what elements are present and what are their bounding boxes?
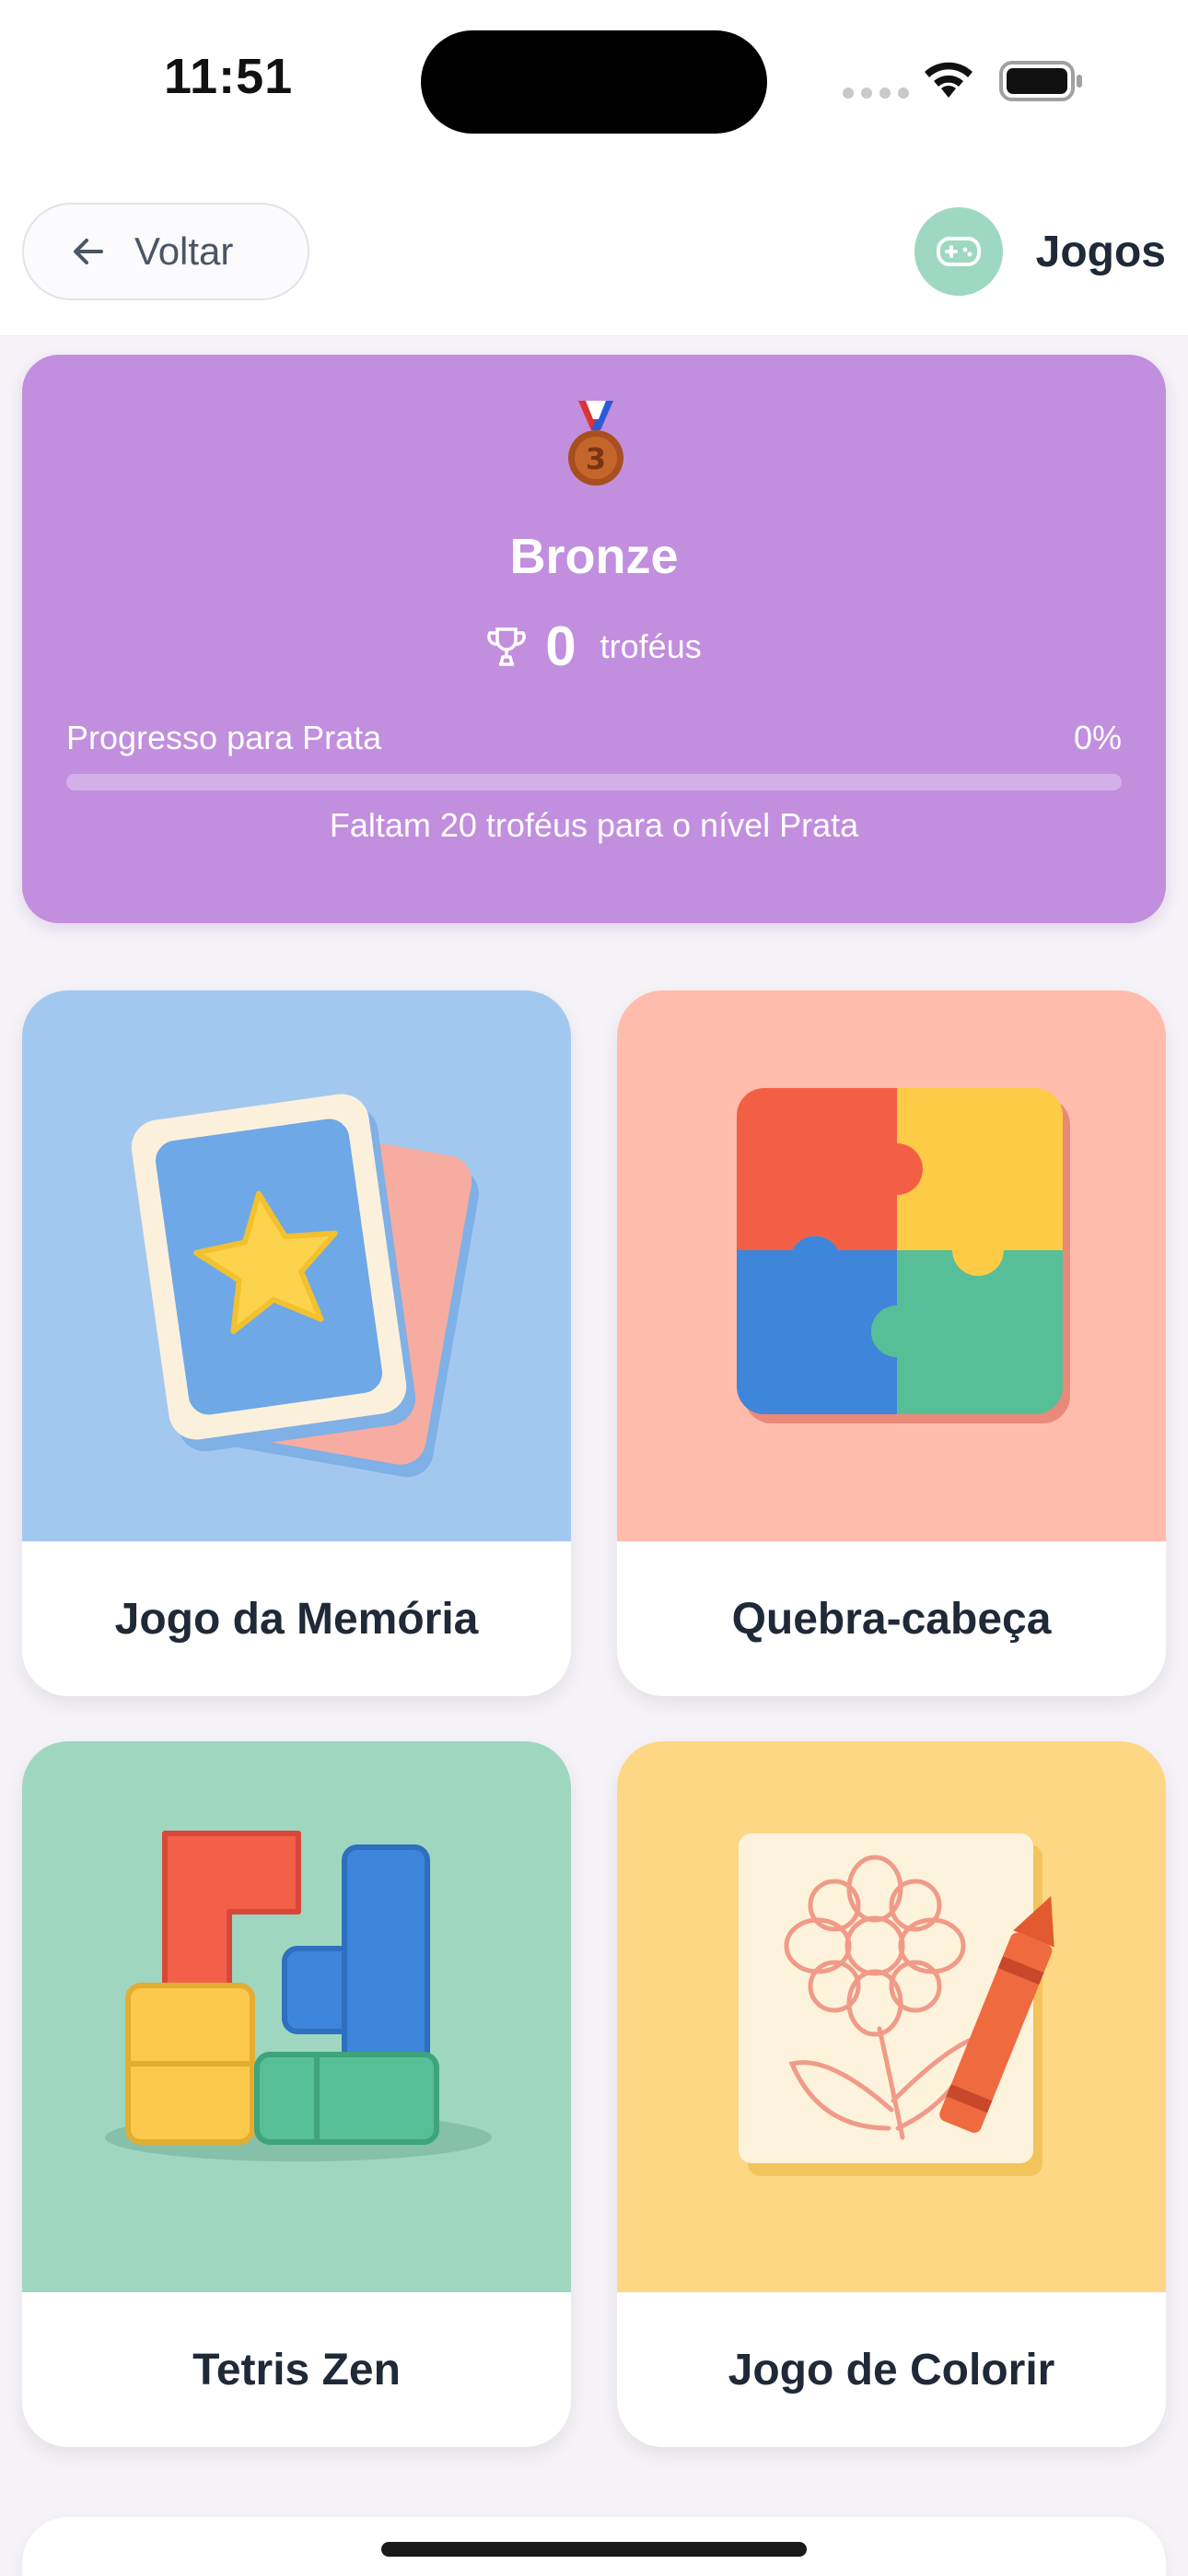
game-card-coloring[interactable]: Jogo de Colorir [617, 1741, 1166, 2447]
header-brand: Jogos [914, 207, 1166, 296]
game-card-tetris[interactable]: Tetris Zen [22, 1741, 571, 2447]
dynamic-island [421, 30, 767, 134]
wifi-icon [925, 62, 973, 98]
svg-text:3: 3 [586, 441, 606, 476]
app-header: Voltar Jogos [0, 157, 1188, 336]
page-title: Jogos [1035, 227, 1166, 276]
game-title: Quebra-cabeça [731, 1594, 1052, 1644]
trophy-icon [487, 626, 527, 666]
progress-percent: 0% [1073, 719, 1122, 756]
back-button-label: Voltar [134, 229, 234, 273]
arrow-left-icon [74, 239, 103, 264]
puzzle-icon [617, 990, 1166, 1541]
progress-label: Progresso para Prata [66, 719, 382, 756]
trophy-count: 0 [545, 615, 577, 677]
home-indicator[interactable] [381, 2542, 807, 2557]
memory-cards-icon [22, 990, 571, 1541]
game-title: Tetris Zen [192, 2345, 401, 2395]
status-time: 11:51 [164, 49, 294, 104]
trophy-label: troféus [600, 626, 702, 665]
progress-bar [66, 774, 1122, 790]
back-button[interactable]: Voltar [22, 203, 309, 300]
game-card-memory[interactable]: Jogo da Memória [22, 990, 571, 1696]
blocks-icon [22, 1741, 571, 2292]
progress-hint: Faltam 20 troféus para o nível Prata [329, 806, 859, 844]
game-title: Jogo da Memória [114, 1594, 479, 1644]
game-title: Jogo de Colorir [728, 2345, 1055, 2395]
level-name: Bronze [509, 529, 679, 584]
level-card: 3 Bronze 0 troféus Progresso para Prata … [22, 355, 1166, 923]
status-bar: 11:51 [0, 0, 1188, 157]
trophy-row: 0 troféus [22, 615, 1166, 678]
game-card-puzzle[interactable]: Quebra-cabeça [617, 990, 1166, 1696]
gamepad-icon [914, 207, 1003, 296]
coloring-icon [617, 1741, 1166, 2292]
battery-icon [999, 61, 1082, 101]
signal-icon [843, 88, 909, 99]
bronze-medal-icon: 3 [568, 401, 623, 486]
